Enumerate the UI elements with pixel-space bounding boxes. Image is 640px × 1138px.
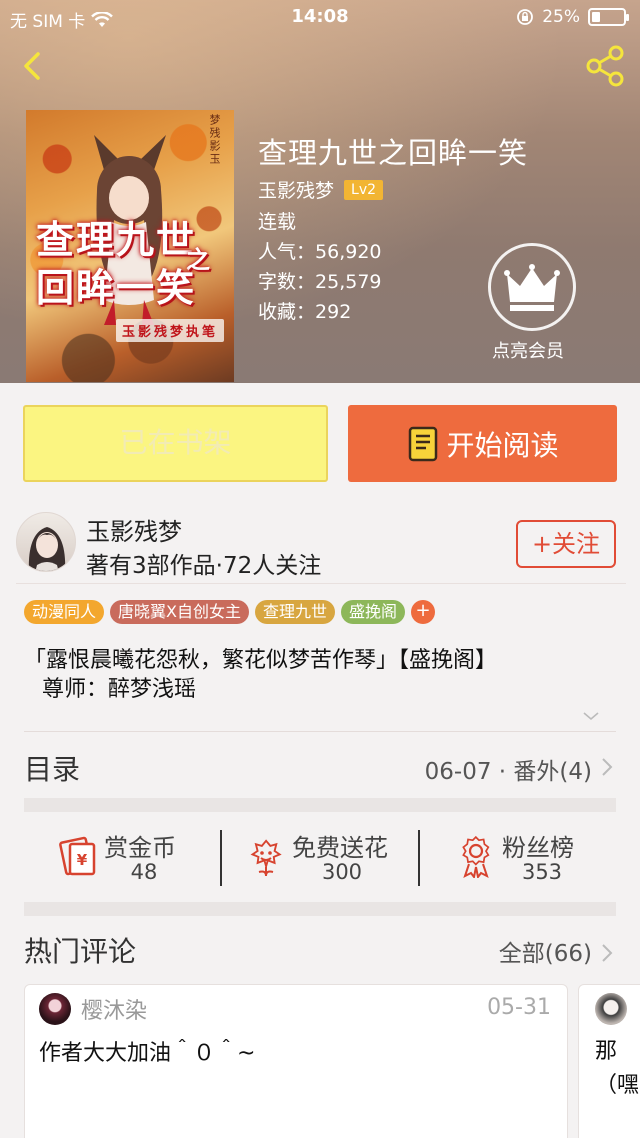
hot-comments-header[interactable]: 热门评论 全部(66) <box>24 928 616 976</box>
fan-ranking-value: 353 <box>521 860 563 884</box>
book-word-count: 字数：25,579 <box>258 267 382 294</box>
author-name[interactable]: 玉影残梦 <box>86 512 182 547</box>
divider <box>24 731 616 732</box>
fan-ranking[interactable]: 粉丝榜 353 <box>454 826 614 888</box>
fan-ranking-label: 粉丝榜 <box>502 834 574 862</box>
share-button[interactable] <box>584 44 628 88</box>
intro-line-2: 尊师：醉梦浅瑶 <box>42 677 197 702</box>
book-author-line: 玉影残梦 Lv2 <box>258 176 384 203</box>
in-bookshelf-button[interactable]: 已在书架 <box>23 405 328 482</box>
book-popularity: 人气：56,920 <box>258 237 382 264</box>
tag-item[interactable]: 唐晓翼X自创女主 <box>110 600 249 624</box>
book-favorites: 收藏：292 <box>258 297 351 324</box>
section-separator <box>24 798 616 812</box>
intro-line-1: 「露恨晨曦花怨秋，繁花似梦苦作琴」【盛挽阁】 <box>24 648 498 673</box>
svg-text:¥: ¥ <box>77 851 88 869</box>
chevron-right-icon <box>602 944 613 962</box>
commenter-avatar[interactable] <box>595 993 627 1025</box>
comment-date: 05-31 <box>487 995 551 1020</box>
status-bar: 无 SIM 卡 14:08 25% <box>0 0 640 34</box>
send-flowers-value: 300 <box>321 860 363 884</box>
commenter-avatar[interactable] <box>39 993 71 1025</box>
member-label: 点亮会员 <box>492 341 564 362</box>
reward-coins-label: 赏金币 <box>104 834 176 862</box>
battery-level <box>592 12 600 22</box>
comment-text: 那（嘿 <box>595 1039 640 1098</box>
flower-icon <box>250 839 282 877</box>
reward-coins[interactable]: ¥ 赏金币 48 <box>56 826 216 888</box>
tag-item[interactable]: 盛挽阁 <box>341 600 406 624</box>
book-header: 无 SIM 卡 14:08 25% 梦残影玉 查理九世 之 回眸一笑 玉影残梦执… <box>0 0 640 383</box>
tag-item[interactable]: 查理九世 <box>254 600 335 624</box>
comment-card[interactable]: 那（嘿 <box>578 984 640 1138</box>
popularity-value: 56,920 <box>315 241 382 263</box>
author-stats: 著有3部作品·72人关注 <box>86 553 322 579</box>
author-card[interactable]: 玉影残梦 著有3部作品·72人关注 +关注 <box>16 508 626 584</box>
action-row: 已在书架 开始阅读 <box>0 405 640 483</box>
stats-row: ¥ 赏金币 48 免费送花 300 粉丝榜 353 <box>24 826 616 888</box>
favorites-label: 收藏： <box>258 301 316 323</box>
status-right: 25% <box>516 7 629 27</box>
stat-divider <box>418 830 420 886</box>
book-cover[interactable]: 梦残影玉 查理九世 之 回眸一笑 玉影残梦执笔 <box>26 110 234 382</box>
orientation-lock-icon <box>517 9 534 25</box>
all-comments-link[interactable]: 全部(66) <box>499 934 592 968</box>
reward-coins-value: 48 <box>130 860 158 884</box>
words-value: 25,579 <box>315 271 382 293</box>
book-title: 查理九世之回眸一笑 <box>258 136 529 170</box>
crown-circle <box>488 243 576 331</box>
section-separator <box>24 902 616 916</box>
cover-author-stamp: 玉影残梦执笔 <box>115 319 224 342</box>
follow-button[interactable]: +关注 <box>516 520 616 568</box>
words-label: 字数： <box>258 271 316 293</box>
tag-list: 动漫同人 唐晓翼X自创女主 查理九世 盛挽阁 + <box>24 600 436 624</box>
chevron-down-icon[interactable] <box>582 707 600 725</box>
add-tag-button[interactable]: + <box>411 600 436 624</box>
book-icon <box>409 426 438 461</box>
member-button[interactable]: 点亮会员 <box>488 243 578 363</box>
cover-title: 查理九世 之 回眸一笑 <box>36 218 234 310</box>
favorites-value: 292 <box>315 301 352 323</box>
hot-comments-title: 热门评论 <box>24 935 137 968</box>
author-avatar[interactable] <box>16 512 76 572</box>
start-reading-button[interactable]: 开始阅读 <box>348 405 617 482</box>
commenter-name[interactable]: 樱沐染 <box>81 993 147 1025</box>
comment-card[interactable]: 樱沐染 05-31 作者大大加油＾０＾~ <box>24 984 568 1138</box>
latest-chapter: 06-07 · 番外(4) <box>424 759 592 785</box>
table-of-contents-row[interactable]: 目录 06-07 · 番外(4) <box>24 742 616 790</box>
chevron-right-icon <box>602 758 613 776</box>
battery-icon <box>588 8 629 26</box>
author-avatar-image <box>28 527 66 571</box>
back-button[interactable] <box>12 44 52 88</box>
start-reading-label: 开始阅读 <box>446 428 559 462</box>
send-flowers-label: 免费送花 <box>292 834 388 862</box>
toc-label: 目录 <box>24 753 81 786</box>
send-flowers[interactable]: 免费送花 300 <box>244 826 424 888</box>
crown-icon <box>504 264 560 311</box>
tag-item[interactable]: 动漫同人 <box>24 600 105 624</box>
cover-vertical-text: 梦残影玉 <box>208 114 221 166</box>
comment-text: 作者大大加油＾０＾~ <box>39 1041 256 1066</box>
battery-percent: 25% <box>542 7 580 27</box>
book-author[interactable]: 玉影残梦 <box>258 176 334 203</box>
level-badge: Lv2 <box>344 179 384 200</box>
popularity-label: 人气： <box>258 241 316 263</box>
book-intro[interactable]: 「露恨晨曦花怨秋，繁花似梦苦作琴」【盛挽阁】 尊师：醉梦浅瑶 <box>24 646 624 704</box>
book-status: 连载 <box>258 211 297 233</box>
stat-divider <box>220 830 222 886</box>
